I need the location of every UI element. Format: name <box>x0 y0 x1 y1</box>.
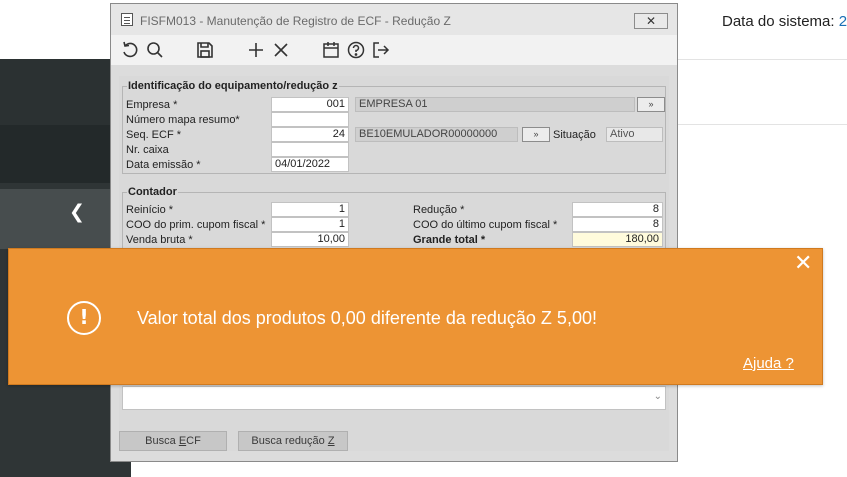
busca-ecf-label: Busca <box>145 435 179 447</box>
empresa-label: Empresa * <box>126 99 178 111</box>
situacao-label: Situação <box>553 129 596 141</box>
add-icon[interactable] <box>246 40 266 60</box>
toolbar <box>111 35 677 65</box>
reducao-label: Redução * <box>413 204 465 216</box>
seq-ecf-lookup-button[interactable]: » <box>522 127 550 142</box>
ecf-dialog: FISFM013 - Manutenção de Registro de ECF… <box>110 3 678 462</box>
toast-message: Valor total dos produtos 0,00 diferente … <box>137 308 597 328</box>
help-icon[interactable] <box>346 40 366 60</box>
data-emissao-field[interactable]: 04/01/2022 <box>271 157 349 172</box>
busca-reducao-accesskey: Z <box>327 435 335 447</box>
empresa-field[interactable]: 001 <box>271 97 349 112</box>
calendar-icon[interactable] <box>321 40 341 60</box>
system-date-value: 2 <box>838 13 847 30</box>
close-button[interactable]: ✕ <box>634 13 668 29</box>
system-date-label: Data do sistema: <box>722 13 835 30</box>
help-link[interactable]: Ajuda ? <box>743 355 794 372</box>
title-bar: FISFM013 - Manutenção de Registro de ECF… <box>111 4 677 35</box>
delete-icon[interactable] <box>271 40 291 60</box>
mapa-field[interactable] <box>271 112 349 127</box>
divider <box>678 59 847 60</box>
mapa-label: Número mapa resumo* <box>126 114 240 126</box>
system-date: Data do sistema: 2 <box>722 13 847 30</box>
group-title: Contador <box>127 186 178 198</box>
group-title: Identificação do equipamento/redução z <box>127 80 339 92</box>
reinicio-label: Reinício * <box>126 204 174 216</box>
document-icon <box>121 13 133 26</box>
reinicio-field[interactable]: 1 <box>271 202 349 217</box>
busca-reducao-label: Busca redução <box>251 435 328 447</box>
grande-total-field[interactable]: 180,00 <box>572 232 663 247</box>
seq-ecf-label: Seq. ECF * <box>126 129 182 141</box>
save-icon[interactable] <box>195 40 215 60</box>
coo-ult-label: COO do último cupom fiscal * <box>413 219 558 231</box>
caixa-field[interactable] <box>271 142 349 157</box>
memo-field[interactable]: ⌄ <box>122 386 666 410</box>
alert-circle-icon: ! <box>67 301 101 335</box>
seq-ecf-desc-field: BE10EMULADOR00000000 <box>355 127 518 142</box>
busca-ecf-label-end: CF <box>186 435 201 447</box>
coo-prim-label: COO do prim. cupom fiscal * <box>126 219 266 231</box>
data-emissao-label: Data emissão * <box>126 159 201 171</box>
chevron-left-icon[interactable]: ❮ <box>69 203 85 222</box>
empresa-lookup-button[interactable]: » <box>637 97 665 112</box>
empresa-name-field: EMPRESA 01 <box>355 97 635 112</box>
seq-ecf-field[interactable]: 24 <box>271 127 349 142</box>
venda-bruta-field[interactable]: 10,00 <box>271 232 349 247</box>
chevron-down-icon[interactable]: ⌄ <box>654 391 662 402</box>
caixa-label: Nr. caixa <box>126 144 169 156</box>
close-icon[interactable]: ✕ <box>794 253 812 275</box>
reducao-field[interactable]: 8 <box>572 202 663 217</box>
divider <box>678 124 847 125</box>
coo-ult-field[interactable]: 8 <box>572 217 663 232</box>
warning-toast: ✕ ! Valor total dos produtos 0,00 difere… <box>8 248 823 385</box>
busca-ecf-button[interactable]: Busca ECF <box>119 431 227 451</box>
grande-total-label: Grande total * <box>413 234 486 246</box>
busca-reducao-z-button[interactable]: Busca redução Z <box>238 431 348 451</box>
coo-prim-field[interactable]: 1 <box>271 217 349 232</box>
window-title: FISFM013 - Manutenção de Registro de ECF… <box>140 14 451 28</box>
situacao-field: Ativo <box>606 127 663 142</box>
exit-icon[interactable] <box>371 40 391 60</box>
search-icon[interactable] <box>145 40 165 60</box>
venda-bruta-label: Venda bruta * <box>126 234 193 246</box>
undo-icon[interactable] <box>120 40 140 60</box>
